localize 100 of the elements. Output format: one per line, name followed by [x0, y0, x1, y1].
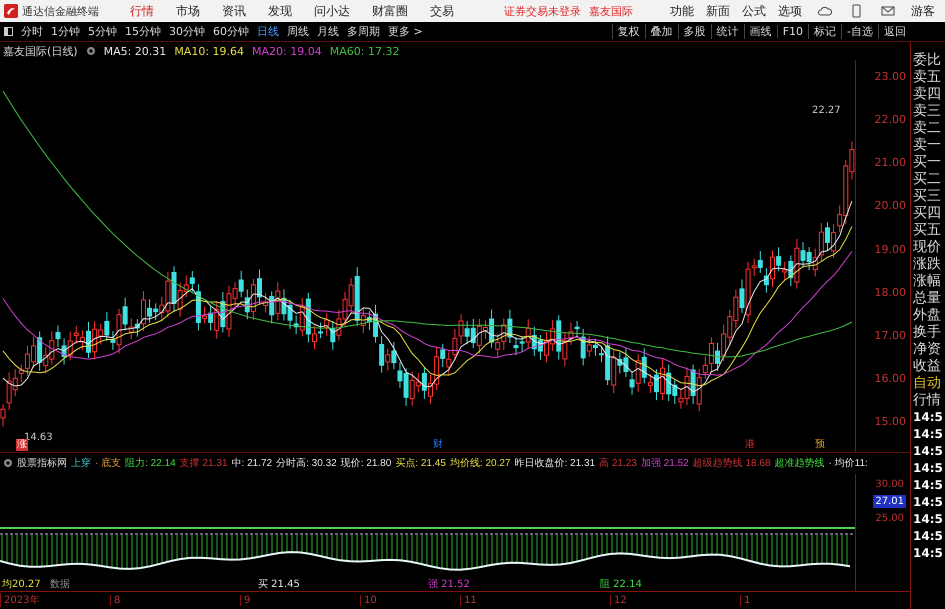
tool-menu[interactable]: 新面 — [700, 2, 736, 20]
toolbar-button[interactable]: 标记 — [808, 24, 842, 39]
tool-menu[interactable]: 功能 — [664, 2, 700, 20]
price-axis-label: 18.00 — [874, 286, 906, 300]
tool-menu[interactable]: 公式 — [736, 2, 772, 20]
quote-label: 收益 — [912, 358, 942, 375]
settings-icon[interactable] — [3, 458, 13, 468]
settings-icon[interactable] — [86, 46, 96, 56]
toolbar-button[interactable]: -自选 — [841, 24, 878, 39]
time-axis-label: 8 — [110, 594, 240, 606]
price-axis-label: 21.00 — [874, 156, 906, 170]
indicator-value: 买点: 21.45 — [395, 456, 446, 470]
indicator-value: 昨日收盘价: 21.31 — [514, 457, 596, 470]
trade-time: 14:5 — [912, 477, 944, 494]
quote-label: 净资 — [912, 341, 942, 358]
quote-label: 涨跌 — [912, 256, 942, 273]
time-axis-label: 10 — [360, 594, 460, 606]
period-tab[interactable]: 多周期 — [343, 24, 384, 39]
trade-time: 14:5 — [912, 409, 944, 426]
period-tab[interactable]: 5分钟 — [84, 24, 121, 39]
quote-label[interactable]: 自动 — [911, 375, 945, 392]
quote-label: 买四 — [912, 205, 942, 222]
quote-label: 卖二 — [912, 120, 942, 137]
quote-label: 买一 — [912, 154, 942, 171]
indicator-value: 上穿 — [71, 456, 91, 470]
trade-time: 14:5 — [912, 528, 944, 545]
period-tab[interactable]: 分时 — [17, 24, 47, 39]
period-tab[interactable]: 月线 — [313, 24, 343, 39]
indicator-value: 高 21.23 — [599, 456, 637, 470]
period-tab[interactable]: 30分钟 — [165, 24, 209, 39]
indicator-label: 买 21.45 — [258, 578, 300, 591]
event-marker[interactable]: 财 — [432, 439, 444, 452]
menu-tab[interactable]: 发现 — [257, 2, 303, 20]
indicator-label: 阻 22.14 — [600, 578, 642, 591]
indicator-name: 股票指标网 — [17, 456, 67, 470]
chart-title: 嘉友国际(日线) — [3, 44, 78, 59]
quote-label: 买三 — [912, 188, 942, 205]
trade-time: 14:5 — [912, 426, 944, 443]
period-tab[interactable]: 日线 — [253, 24, 283, 39]
panel-toggle-icon[interactable] — [4, 27, 13, 36]
menu-tab[interactable]: 资讯 — [211, 2, 257, 20]
indicator-value: 加强 21.52 — [640, 456, 689, 470]
toolbar-button[interactable]: 统计 — [710, 24, 744, 39]
toolbar-button[interactable]: 画线 — [744, 24, 777, 39]
price-axis-label: 22.00 — [874, 113, 906, 128]
price-axis-label: 23.00 — [874, 70, 906, 84]
event-marker[interactable]: 涨 — [16, 439, 28, 452]
quote-label: 现价 — [912, 239, 942, 256]
period-tab[interactable]: 1分钟 — [47, 24, 84, 39]
menu-tab[interactable]: 交易 — [419, 2, 465, 20]
quote-label: 行情 — [912, 392, 942, 409]
menu-tab[interactable]: 市场 — [165, 2, 211, 20]
axis-label: 27.01 — [873, 494, 906, 508]
period-tab[interactable]: 周线 — [283, 24, 313, 39]
indicator-value: 中: 21.72 — [232, 456, 272, 470]
tool-menu[interactable]: 选项 — [772, 2, 808, 20]
quote-label: 总量 — [912, 290, 942, 307]
quote-label: 买二 — [912, 171, 942, 188]
toolbar-button[interactable]: 返回 — [878, 24, 911, 39]
toolbar-button[interactable]: 多股 — [678, 24, 711, 39]
indicator-value: 分时高: 30.32 — [276, 456, 337, 470]
quote-label: 涨幅 — [912, 273, 942, 290]
quote-label: 卖五 — [912, 69, 942, 86]
axis-label: 25.00 — [874, 512, 905, 525]
moving-average-label: MA10: 19.64 — [174, 44, 244, 58]
trade-time: 14:5 — [912, 443, 944, 460]
time-axis-label: 1 — [740, 594, 856, 606]
time-axis-label: 2023年 — [0, 593, 110, 608]
period-tab[interactable]: 更多 > — [384, 24, 427, 39]
high-price-label: 22.27 — [812, 105, 841, 116]
trade-time: 14:5 — [912, 494, 944, 511]
phone-icon[interactable] — [852, 4, 861, 18]
price-axis-label: 16.00 — [874, 372, 906, 386]
price-axis-label: 19.00 — [874, 242, 906, 257]
toolbar-button[interactable]: 叠加 — [644, 24, 678, 39]
menu-tab[interactable]: 问小达 — [303, 2, 361, 20]
quote-label: 外盘 — [912, 307, 942, 324]
quote-label: 卖一 — [912, 137, 942, 154]
trade-time: 14:5 — [912, 545, 944, 562]
price-axis-label: 15.00 — [874, 415, 906, 430]
mail-icon[interactable] — [881, 6, 895, 16]
login-status[interactable]: 证券交易未登录 — [504, 4, 581, 18]
toolbar-button[interactable]: F10 — [776, 25, 808, 38]
price-axis-label: 17.00 — [874, 328, 906, 343]
event-marker[interactable]: 预 — [814, 439, 826, 452]
indicator-value: · 均价11: — [828, 457, 868, 470]
user-label[interactable]: 游客 — [905, 2, 941, 20]
indicator-value: 超准趋势线 — [774, 456, 825, 470]
period-tab[interactable]: 60分钟 — [209, 24, 253, 39]
time-axis-label: 9 — [240, 594, 360, 606]
menu-tab[interactable]: 财富圈 — [361, 2, 419, 20]
quote-label: 换手 — [912, 324, 942, 341]
cloud-icon[interactable] — [818, 5, 832, 17]
quote-label: 卖四 — [912, 86, 942, 103]
time-axis-label: 11 — [460, 594, 610, 606]
toolbar-button[interactable]: 复权 — [612, 24, 645, 39]
app-name: 通达信金融终端 — [22, 4, 99, 18]
menu-tab[interactable]: 行情 — [119, 2, 165, 20]
event-marker[interactable]: 港 — [744, 439, 756, 452]
period-tab[interactable]: 15分钟 — [121, 24, 165, 39]
